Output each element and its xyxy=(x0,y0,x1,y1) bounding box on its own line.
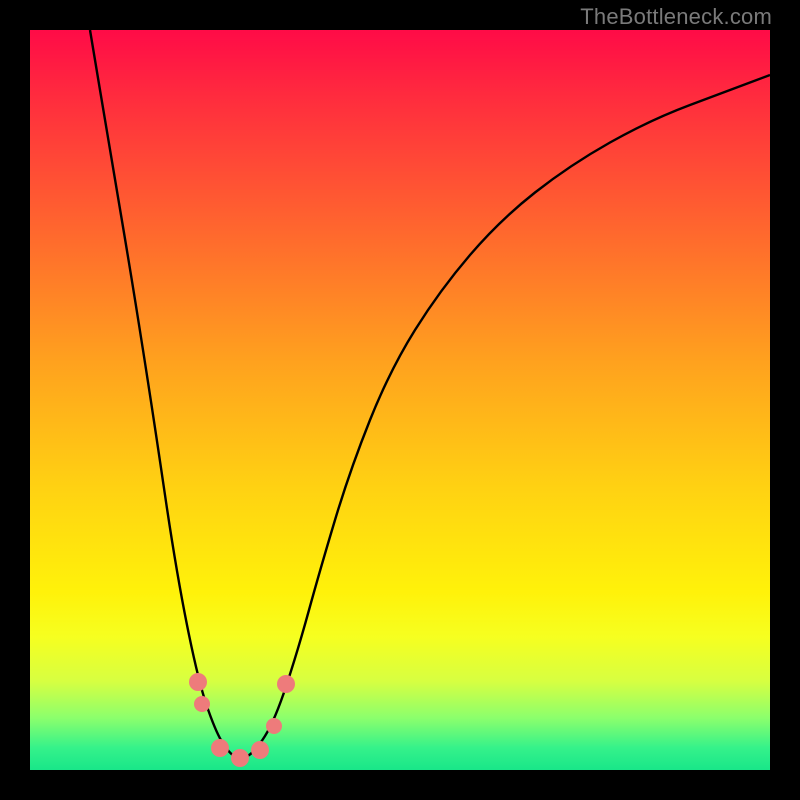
markers-group xyxy=(189,673,295,767)
bottleneck-curve xyxy=(90,30,770,758)
chart-frame: TheBottleneck.com xyxy=(0,0,800,800)
marker-dot xyxy=(189,673,207,691)
marker-dot xyxy=(251,741,269,759)
marker-dot xyxy=(231,749,249,767)
chart-plot-area xyxy=(30,30,770,770)
marker-dot xyxy=(194,696,210,712)
marker-dot xyxy=(277,675,295,693)
marker-dot xyxy=(266,718,282,734)
watermark-text: TheBottleneck.com xyxy=(580,4,772,30)
marker-dot xyxy=(211,739,229,757)
chart-svg xyxy=(30,30,770,770)
curve-group xyxy=(90,30,770,758)
